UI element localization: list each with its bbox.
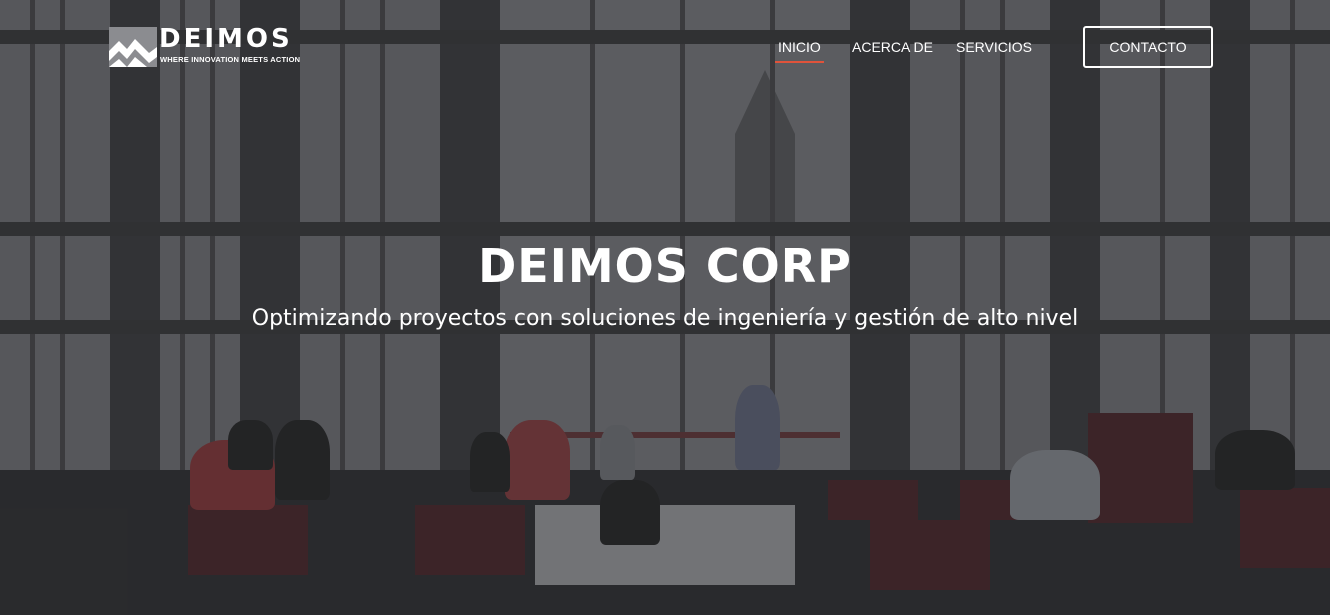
site-header: DEIMOS WHERE INNOVATION MEETS ACTION INI…	[0, 0, 1330, 95]
hero-title: DEIMOS CORP	[478, 239, 852, 293]
brand-tagline: WHERE INNOVATION MEETS ACTION	[160, 55, 301, 64]
hero-subtitle: Optimizando proyectos con soluciones de …	[251, 306, 1079, 331]
nav-item-acerca-de[interactable]: ACERCA DE	[852, 38, 933, 56]
mountain-logo-icon	[109, 27, 157, 67]
brand-name: DEIMOS	[159, 24, 293, 54]
nav-item-servicios[interactable]: SERVICIOS	[956, 38, 1032, 56]
logo[interactable]: DEIMOS WHERE INNOVATION MEETS ACTION	[109, 24, 309, 67]
contact-button[interactable]: CONTACTO	[1083, 26, 1213, 68]
nav-item-inicio[interactable]: INICIO	[775, 38, 824, 63]
